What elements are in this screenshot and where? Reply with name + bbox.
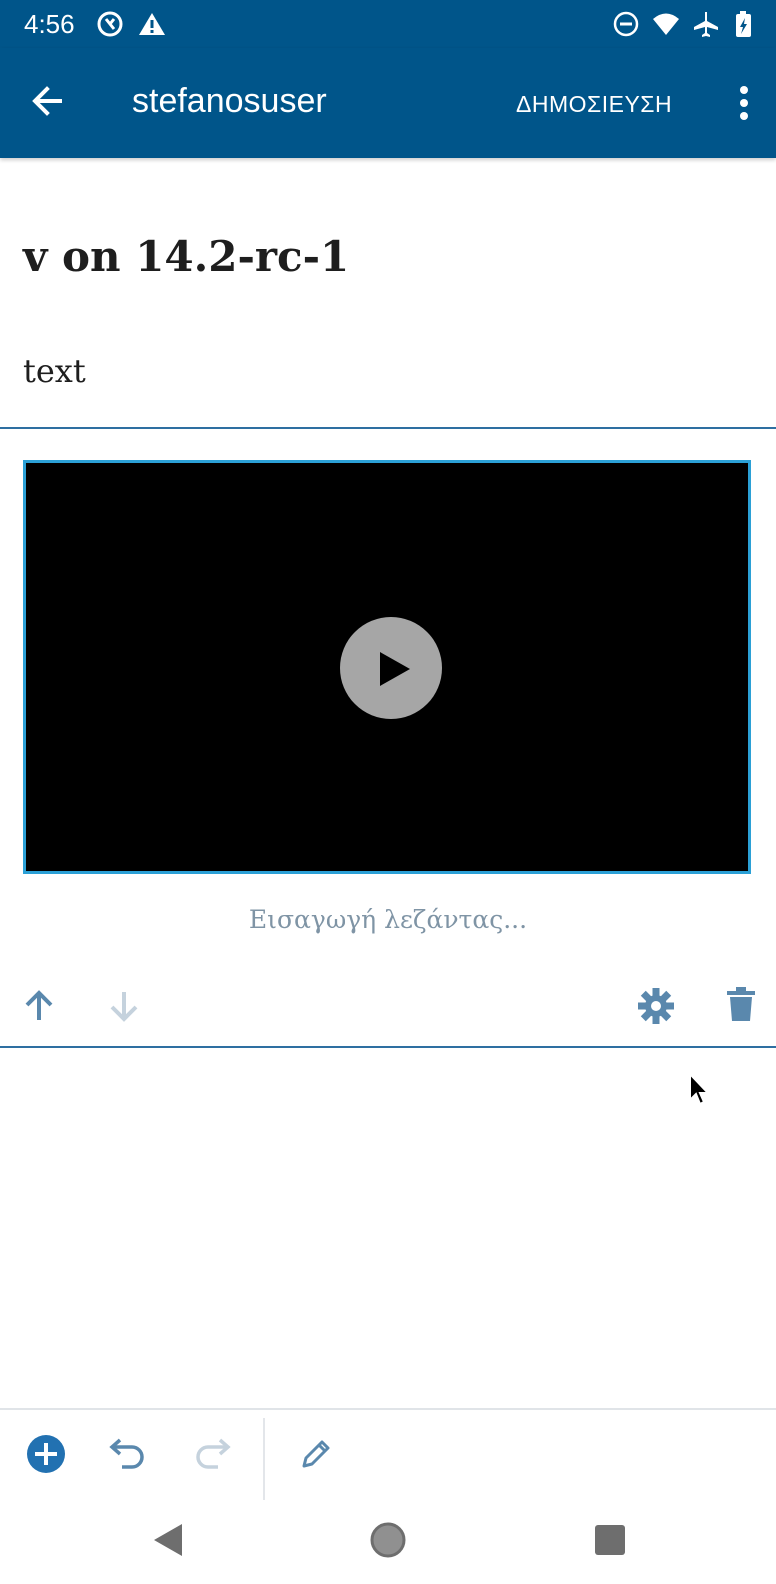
video-block[interactable] <box>23 460 751 874</box>
publish-button[interactable]: ΔΗΜΟΣΙΕΥΣΗ <box>516 91 672 118</box>
status-bar: 4:56 <box>0 0 776 48</box>
settings-icon[interactable] <box>636 986 676 1026</box>
status-time: 4:56 <box>24 9 75 39</box>
undo-icon[interactable] <box>106 1432 150 1476</box>
recents-nav-icon[interactable] <box>590 1520 630 1560</box>
app-bar: stefanosuser ΔΗΜΟΣΙΕΥΣΗ <box>0 48 776 158</box>
block-divider <box>0 427 776 429</box>
mouse-cursor-icon <box>689 1072 711 1106</box>
battery-icon <box>736 11 751 37</box>
home-nav-icon[interactable] <box>368 1520 408 1560</box>
move-down-icon[interactable] <box>104 986 144 1026</box>
wifi-icon <box>653 13 679 35</box>
edit-icon[interactable] <box>294 1432 338 1476</box>
sync-icon <box>97 11 123 37</box>
dnd-icon <box>613 11 639 37</box>
alert-icon <box>139 13 165 35</box>
post-title[interactable]: v on 14.2-rc-1 <box>23 232 349 281</box>
site-title: stefanosuser <box>132 82 327 120</box>
back-nav-icon[interactable] <box>150 1520 190 1560</box>
paragraph-block[interactable]: text <box>23 352 86 390</box>
block-divider <box>0 1046 776 1048</box>
editor-toolbar <box>0 1408 776 1502</box>
redo-icon[interactable] <box>190 1432 234 1476</box>
delete-icon[interactable] <box>721 984 761 1024</box>
toolbar-separator <box>263 1418 265 1500</box>
play-button[interactable] <box>340 617 442 719</box>
more-options-icon[interactable] <box>724 78 764 128</box>
system-nav-bar <box>0 1500 776 1584</box>
move-up-icon[interactable] <box>19 986 59 1026</box>
back-arrow-icon[interactable] <box>20 73 76 129</box>
play-icon <box>380 652 410 686</box>
add-block-icon[interactable] <box>24 1432 68 1476</box>
airplane-icon <box>694 12 718 37</box>
caption-input[interactable]: Εισαγωγή λεζάντας... <box>0 905 776 934</box>
